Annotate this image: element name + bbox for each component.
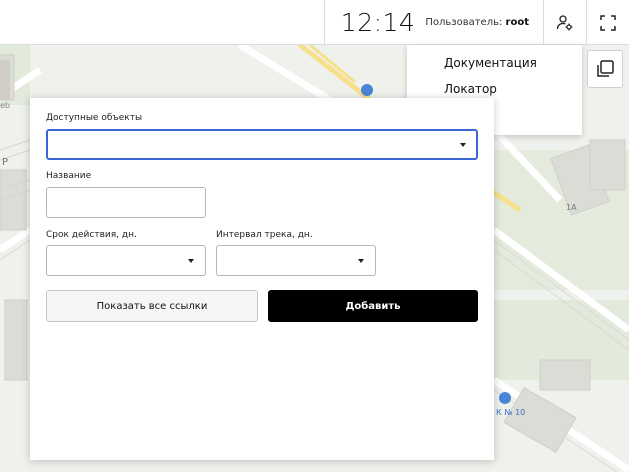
layers-button[interactable] — [587, 50, 623, 88]
name-label: Название — [46, 171, 92, 181]
user-name: root — [505, 17, 529, 28]
map-label-p: Р — [2, 157, 9, 168]
objects-label: Доступные объекты — [46, 113, 143, 123]
validity-label: Срок действия, дн. — [46, 230, 137, 240]
chevron-down-icon — [460, 142, 466, 147]
top-bar: 12:14 Пользователь: root — [0, 0, 629, 45]
clock-block: 12:14 Пользователь: root — [323, 0, 543, 45]
add-button[interactable]: Добавить — [268, 290, 478, 322]
fullscreen-icon — [600, 14, 616, 31]
user-info: Пользователь: root — [425, 17, 529, 28]
access-link-panel: Доступные объекты Название Срок действия… — [30, 98, 494, 460]
show-all-links-button[interactable]: Показать все ссылки — [46, 290, 258, 322]
map-label-k10: К № 10 — [496, 408, 526, 417]
chevron-down-icon — [188, 258, 194, 263]
user-settings-button[interactable] — [543, 0, 586, 45]
validity-select[interactable] — [46, 245, 206, 276]
map-label-1a: 1А — [566, 203, 577, 212]
name-input[interactable] — [46, 187, 206, 218]
clock: 12:14 — [340, 8, 416, 37]
interval-label: Интервал трека, дн. — [216, 230, 313, 240]
chevron-down-icon — [358, 258, 364, 263]
user-settings-icon — [556, 14, 573, 30]
layers-icon — [597, 60, 614, 77]
objects-select[interactable] — [46, 129, 478, 160]
user-label: Пользователь: — [425, 17, 503, 28]
menu-item-documentation[interactable]: Документация — [407, 53, 582, 79]
map-label-eb: еb — [0, 101, 10, 110]
top-bar-right: 12:14 Пользователь: root — [323, 0, 629, 45]
fullscreen-button[interactable] — [586, 0, 629, 45]
interval-select[interactable] — [216, 245, 376, 276]
